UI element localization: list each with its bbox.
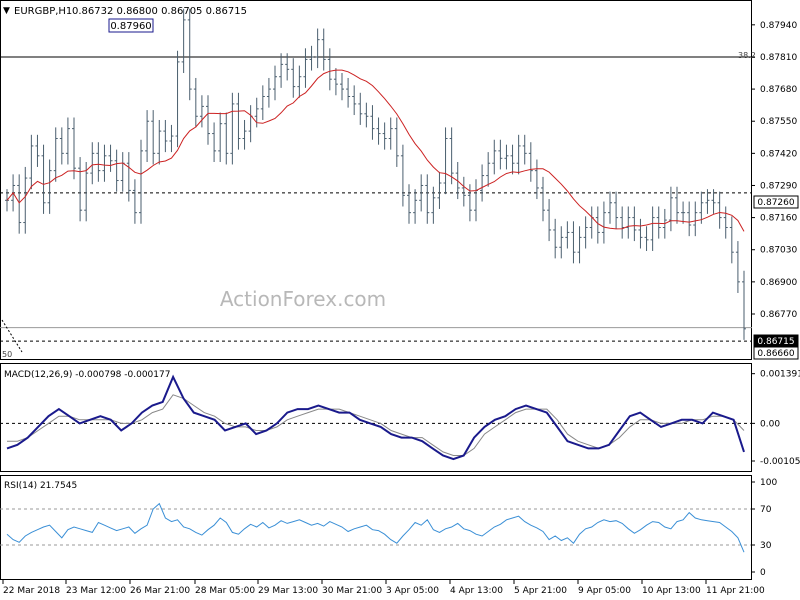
time-tick-label: 26 Mar 21:00 bbox=[130, 586, 190, 596]
price-tick-label: 0.87550 bbox=[760, 117, 797, 127]
time-tick-label: 4 Apr 13:00 bbox=[450, 586, 503, 596]
support-price-tag-text: 0.87260 bbox=[757, 198, 794, 208]
price-tick-label: 0.87940 bbox=[760, 21, 797, 31]
macd-tick-label: 0.001391 bbox=[760, 370, 800, 380]
time-tick-label: 23 Mar 12:00 bbox=[66, 586, 126, 596]
time-tick-label: 10 Apr 13:00 bbox=[642, 586, 701, 596]
chart-window: ActionForex.com ▼ EURGBP,H1 0.86732 0.86… bbox=[0, 0, 800, 600]
fib-low-label: 50 bbox=[2, 350, 12, 359]
chart-frame bbox=[0, 0, 800, 600]
low-price-tag-text: 0.86660 bbox=[757, 349, 794, 359]
ohlc-values: 0.86732 0.86800 0.86705 0.86715 bbox=[72, 6, 247, 17]
price-tick-label: 0.87030 bbox=[760, 246, 797, 256]
high-label: 0.87960 bbox=[108, 18, 154, 33]
price-tick-label: 0.87420 bbox=[760, 149, 797, 159]
macd-tick-label: -0.001054 bbox=[760, 457, 800, 467]
price-tick-label: 0.86770 bbox=[760, 310, 797, 320]
time-tick-label: 22 Mar 2018 bbox=[3, 586, 60, 596]
time-tick-label: 5 Apr 21:00 bbox=[514, 586, 567, 596]
time-tick-label: 11 Apr 21:00 bbox=[706, 586, 765, 596]
price-tick-label: 0.87680 bbox=[760, 85, 797, 95]
rsi-tick-label: 0 bbox=[760, 568, 766, 578]
symbol-label: EURGBP,H1 bbox=[14, 6, 72, 17]
rsi-title: RSI(14) 21.7545 bbox=[4, 481, 77, 491]
last-price-tag-text: 0.86715 bbox=[757, 337, 794, 347]
time-tick-label: 29 Mar 13:00 bbox=[258, 586, 318, 596]
rsi-tick-label: 30 bbox=[760, 541, 772, 551]
support-price-tag: 0.87260 bbox=[753, 195, 799, 209]
low-price-tag: 0.86660 bbox=[753, 346, 799, 360]
collapse-arrow-icon[interactable]: ▼ bbox=[3, 6, 10, 16]
rsi-tick-label: 100 bbox=[760, 478, 777, 488]
watermark: ActionForex.com bbox=[220, 287, 386, 311]
time-tick-label: 28 Mar 05:00 bbox=[195, 586, 255, 596]
price-tick-label: 0.87810 bbox=[760, 53, 797, 63]
high-label-text: 0.87960 bbox=[110, 21, 151, 32]
time-tick-label: 3 Apr 05:00 bbox=[386, 586, 439, 596]
macd-title: MACD(12,26,9) -0.000798 -0.000177 bbox=[4, 370, 170, 380]
time-tick-label: 9 Apr 05:00 bbox=[578, 586, 631, 596]
macd-tick-label: 0.00 bbox=[760, 419, 780, 429]
rsi-tick-label: 70 bbox=[760, 505, 772, 515]
price-tick-label: 0.87160 bbox=[760, 214, 797, 224]
price-tick-label: 0.86900 bbox=[760, 278, 797, 288]
price-tick-label: 0.87290 bbox=[760, 181, 797, 191]
fib-label: 38.2 bbox=[738, 51, 756, 60]
time-tick-label: 30 Mar 21:00 bbox=[322, 586, 382, 596]
chart-header: ▼ EURGBP,H1 0.86732 0.86800 0.86705 0.86… bbox=[3, 6, 247, 17]
last-price-tag: 0.86715 bbox=[753, 334, 799, 348]
